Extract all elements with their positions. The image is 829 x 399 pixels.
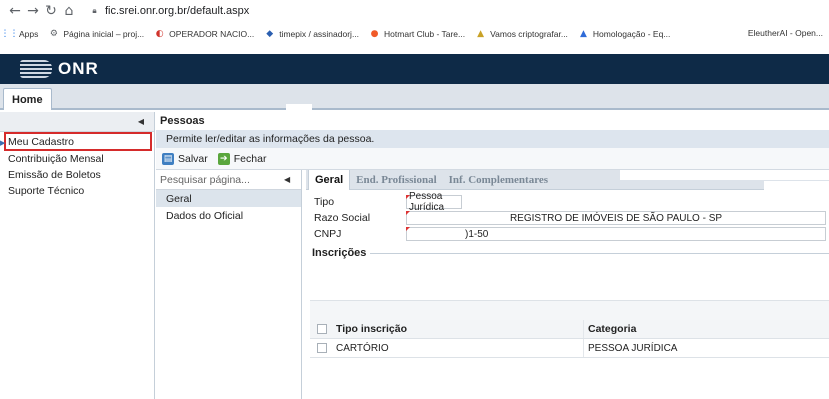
sidebar-item[interactable]: Contribuição Mensal: [0, 151, 154, 167]
form-tab[interactable]: End. Profissional: [350, 170, 443, 190]
cnpj-label: CNPJ: [314, 228, 342, 240]
bookmark-label: timepix / assinadorj...: [279, 29, 360, 39]
field-row-tipo: Tipo Pessoa Jurídica: [306, 191, 829, 213]
bookmark-item[interactable]: ◐ OPERADOR NACIO...: [154, 29, 254, 40]
save-label: Salvar: [178, 152, 208, 165]
logo-text: ONR: [58, 59, 99, 78]
onr-logo-icon: ◐: [155, 29, 164, 39]
form-tab[interactable]: Inf. Complementares: [443, 170, 554, 190]
table-cell: PESSOA JURÍDICA: [588, 342, 678, 354]
sidebar: ◀ Meu Cadastro Contribuição Mensal Emissão…: [0, 112, 155, 399]
col-header-categoria[interactable]: Categoria: [584, 320, 829, 338]
close-label: Fechar: [233, 152, 267, 165]
toolbar: ▤ Salvar ➔ Fechar: [156, 148, 829, 170]
redaction-block: [620, 170, 829, 180]
form-area: Geral End. Profissional Inf. Complementare…: [306, 169, 829, 399]
sidebar-header: ◀: [0, 112, 154, 132]
bookmark-item[interactable]: ● Hotmart Club - Tare...: [369, 29, 466, 40]
bookmark-label: Hotmart Club - Tare...: [384, 29, 466, 39]
home-icon[interactable]: ⌂: [60, 2, 78, 20]
collapse-left-icon[interactable]: ◀: [284, 175, 290, 184]
sidebar-item[interactable]: Emissão de Boletos: [0, 167, 154, 183]
bookmark-item[interactable]: ▲ Vamos criptografar...: [475, 29, 568, 40]
bookmark-item[interactable]: ◆ timepix / assinadorj...: [264, 29, 359, 40]
bookmark-item[interactable]: ▲ Homologação - Eq...: [578, 29, 670, 40]
page-search: ◀: [156, 170, 301, 190]
razao-field[interactable]: REGISTRO DE IMÓVEIS DE SÃO PAULO - SP: [406, 211, 826, 225]
bookmark-item[interactable]: ⚙ Página inicial – proj...: [48, 29, 144, 40]
browser-address-bar: ← → ↻ ⌂ 🔒︎ fic.srei.onr.org.br/default.a…: [0, 0, 829, 22]
table-cell: CARTÓRIO: [334, 339, 584, 357]
inscricoes-grid: Tipo inscrição Categoria CARTÓRIO PESSOA …: [310, 300, 829, 358]
bookmark-item[interactable]: ⋮⋮ Apps: [0, 29, 39, 40]
col-header-tipo[interactable]: Tipo inscrição: [334, 320, 584, 338]
form-tab[interactable]: Geral: [308, 169, 351, 190]
flame-icon: ●: [370, 29, 379, 39]
selection-arrow-icon: ▶: [0, 139, 6, 147]
tab-strip: Home: [0, 84, 829, 110]
onr-logo-icon: [20, 60, 52, 78]
back-arrow-icon[interactable]: ←: [6, 2, 24, 20]
triangle-icon: ▲: [579, 29, 587, 39]
bookmark-label: Vamos criptografar...: [490, 29, 568, 39]
page-nav-item[interactable]: Dados do Oficial: [156, 207, 301, 224]
lock-icon[interactable]: 🔒︎: [90, 6, 99, 16]
row-checkbox[interactable]: [310, 343, 334, 353]
redaction-block: [286, 104, 312, 110]
page-title: Pessoas: [156, 112, 829, 130]
inscricoes-title: Inscrições: [312, 247, 367, 259]
field-row-cnpj: CNPJ )1-50: [306, 226, 829, 242]
legend-divider: [370, 252, 829, 254]
forward-arrow-icon[interactable]: →: [24, 2, 42, 20]
collapse-left-icon[interactable]: ◀: [138, 117, 144, 126]
page-description: Permite ler/editar as informações da pes…: [156, 130, 829, 148]
bookmark-label: Apps: [19, 29, 39, 39]
page-search-input[interactable]: [156, 173, 276, 186]
tipo-field[interactable]: Pessoa Jurídica: [406, 191, 462, 213]
hat-icon: ▲: [477, 29, 485, 39]
bookmark-label: Homologação - Eq...: [592, 29, 671, 39]
cnpj-field[interactable]: )1-50: [406, 227, 826, 241]
razao-label: Razo Social: [314, 212, 371, 224]
bookmarks-bar: ⋮⋮ Apps ⚙ Página inicial – proj... ◐ OPERADOR…: [0, 22, 829, 46]
save-icon: ▤: [162, 152, 174, 165]
inscricoes-legend: Inscrições: [306, 246, 829, 260]
reload-icon[interactable]: ↻: [42, 2, 60, 20]
bookmark-label: Página inicial – proj...: [63, 29, 145, 39]
close-icon: ➔: [217, 152, 230, 165]
grid-header: Tipo inscrição Categoria: [310, 320, 829, 339]
select-all-checkbox[interactable]: [310, 324, 334, 334]
tipo-label: Tipo: [314, 196, 335, 208]
page-nav: ◀ GeralDados do Oficial: [156, 170, 302, 399]
app-header: ONR: [0, 54, 829, 84]
apps-grid-icon: ⋮⋮: [0, 29, 19, 39]
save-button[interactable]: ▤ Salvar: [162, 152, 208, 165]
field-row-razao: Razo Social REGISTRO DE IMÓVEIS DE SÃO P…: [306, 210, 829, 226]
page-nav-item[interactable]: Geral: [156, 190, 301, 207]
redaction-block: [764, 181, 829, 193]
bookmark-item[interactable]: EleutherAI - Open...: [748, 28, 823, 38]
url-text[interactable]: fic.srei.onr.org.br/default.aspx: [105, 5, 249, 17]
sidebar-item[interactable]: Suporte Técnico: [0, 183, 154, 199]
sidebar-item[interactable]: Meu Cadastro: [4, 132, 152, 151]
tab-home[interactable]: Home: [3, 88, 52, 110]
grid-toolbar: [310, 300, 829, 320]
main-panel: Pessoas Permite ler/editar as informaçõe…: [156, 112, 829, 399]
table-row[interactable]: CARTÓRIO PESSOA JURÍDICA: [310, 339, 829, 358]
globe-icon: ⚙: [49, 29, 58, 39]
shield-icon: ◆: [266, 29, 274, 39]
bookmark-label: OPERADOR NACIO...: [169, 29, 255, 39]
close-button[interactable]: ➔ Fechar: [217, 152, 267, 165]
